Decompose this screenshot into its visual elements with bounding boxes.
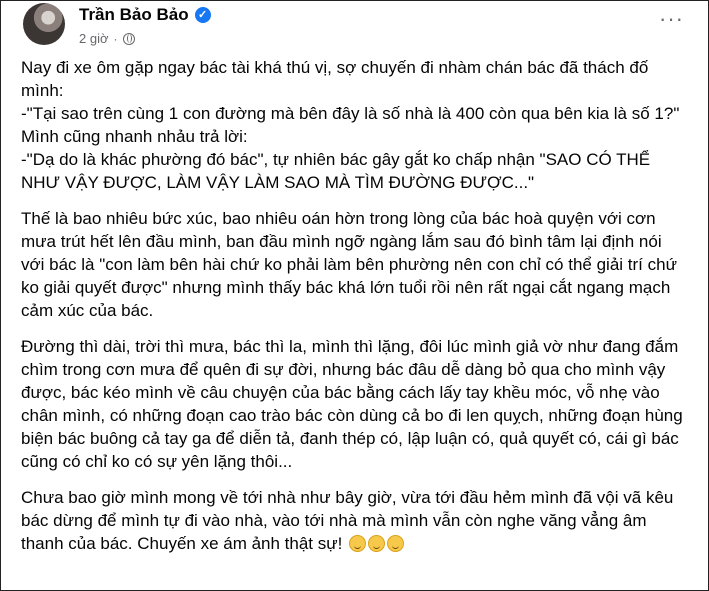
sad-smile-emoji-icon: [387, 535, 405, 552]
meta-separator: ·: [113, 31, 118, 46]
verified-badge-icon: ✓: [194, 7, 211, 23]
author-name[interactable]: Trần Bảo Bảo: [79, 5, 189, 25]
post-header: Trần Bảo Bảo ✓ 2 giờ · ···: [21, 3, 688, 51]
more-options-icon[interactable]: ···: [659, 8, 684, 30]
avatar[interactable]: [23, 3, 65, 45]
paragraph-1: Nay đi xe ôm gặp ngay bác tài khá thú vị…: [21, 56, 685, 194]
paragraph-4: Chưa bao giờ mình mong về tới nhà như bâ…: [21, 486, 685, 555]
text-line: Chưa bao giờ mình mong về tới nhà như bâ…: [21, 488, 674, 553]
globe-icon[interactable]: [122, 32, 135, 45]
text-line: Mình cũng nhanh nhảu trả lời:: [21, 127, 248, 146]
text-line: -"Dạ do là khác phường đó bác", tự nhiên…: [21, 150, 651, 192]
post-time[interactable]: 2 giờ: [79, 31, 109, 46]
text-line: -"Tại sao trên cùng 1 con đường mà bên đ…: [21, 104, 680, 123]
paragraph-2: Thế là bao nhiêu bức xúc, bao nhiêu oán …: [21, 207, 685, 322]
sad-smile-emoji-icon: [368, 535, 386, 552]
post-card: Trần Bảo Bảo ✓ 2 giờ · ··· Nay đi xe ôm …: [0, 0, 709, 591]
post-meta: 2 giờ ·: [79, 31, 135, 46]
author-name-row: Trần Bảo Bảo ✓: [79, 5, 211, 25]
text-line: Nay đi xe ôm gặp ngay bác tài khá thú vị…: [21, 58, 649, 100]
sad-smile-emoji-icon: [349, 535, 367, 552]
paragraph-3: Đường thì dài, trời thì mưa, bác thì la,…: [21, 335, 685, 473]
text-line: Đường thì dài, trời thì mưa, bác thì la,…: [21, 337, 683, 471]
text-line: Thế là bao nhiêu bức xúc, bao nhiêu oán …: [21, 209, 677, 320]
post-body: Nay đi xe ôm gặp ngay bác tài khá thú vị…: [21, 56, 685, 568]
